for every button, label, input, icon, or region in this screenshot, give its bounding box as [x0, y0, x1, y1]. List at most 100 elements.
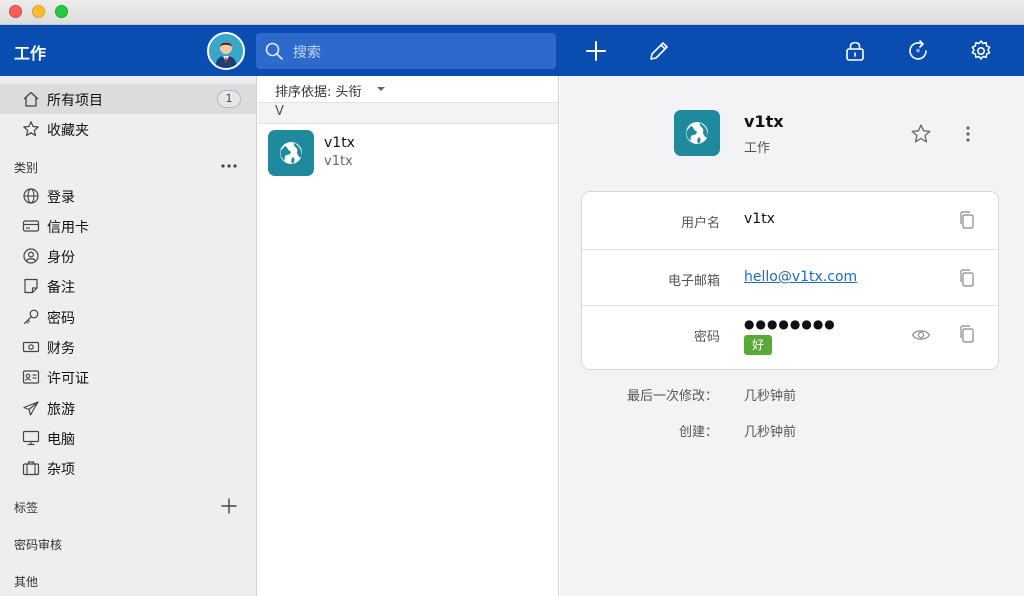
- search-placeholder: 搜索: [293, 45, 321, 61]
- minimize-window-button[interactable]: [32, 5, 45, 18]
- item-count-badge: 1: [217, 90, 241, 108]
- sidebar-item-travel[interactable]: 旅游: [0, 393, 256, 423]
- sidebar-item-label: 登录: [47, 190, 75, 206]
- copy-icon[interactable]: [958, 268, 976, 288]
- svg-text:*: *: [916, 48, 921, 58]
- vault-avatar-button[interactable]: [207, 32, 245, 70]
- more-vertical-icon[interactable]: [958, 123, 978, 145]
- item-icon: [268, 130, 314, 176]
- sidebar-item-finance[interactable]: 财务: [0, 332, 256, 362]
- sidebar-item-label: 身份: [47, 250, 75, 266]
- sort-selector[interactable]: 排序依据: 头衔: [258, 76, 558, 101]
- password-masked-value[interactable]: ●●●●●●●●: [744, 317, 836, 331]
- sidebar-item-label: 杂项: [47, 462, 75, 478]
- license-icon: [22, 370, 40, 384]
- close-window-button[interactable]: [9, 5, 22, 18]
- sidebar-item-passwords[interactable]: 密码: [0, 302, 256, 332]
- add-tag-icon[interactable]: [219, 496, 239, 516]
- search-field[interactable]: 搜索: [256, 33, 556, 69]
- field-label: 密码: [693, 330, 720, 345]
- sidebar-item-label: 备注: [47, 280, 75, 296]
- password-generator-button[interactable]: *: [905, 38, 931, 64]
- group-letter: V: [275, 104, 284, 119]
- user-avatar-icon: [209, 34, 243, 68]
- window-titlebar: [0, 0, 1024, 25]
- gear-icon: [971, 40, 991, 60]
- toolbar: 工作 搜索 *: [0, 25, 1024, 76]
- sidebar-item-label: 财务: [47, 341, 75, 357]
- sidebar-item-favorites[interactable]: 收藏夹: [0, 114, 256, 144]
- sidebar-item-computers[interactable]: 电脑: [0, 423, 256, 453]
- field-row-password: 密码 ●●●●●●●● 好: [582, 305, 998, 369]
- item-title: v1tx: [324, 135, 355, 151]
- password-strength-badge: 好: [744, 335, 772, 355]
- sort-label: 排序依据: 头衔: [275, 85, 362, 100]
- sidebar-item-label: 电脑: [47, 432, 75, 448]
- field-label: 电子邮箱: [667, 274, 720, 289]
- sidebar-item-credit-cards[interactable]: 信用卡: [0, 211, 256, 241]
- created-value: 几秒钟前: [744, 425, 797, 440]
- favorite-star-icon[interactable]: [910, 123, 932, 145]
- field-row-username: 用户名 v1tx: [582, 192, 998, 248]
- settings-button[interactable]: [968, 38, 994, 64]
- field-label: 用户名: [680, 216, 720, 231]
- globe-icon: [280, 142, 302, 164]
- generator-refresh-icon: *: [909, 40, 927, 60]
- lock-button[interactable]: [842, 38, 868, 64]
- globe-icon: [686, 122, 708, 144]
- categories-header: 类别: [14, 161, 39, 175]
- sidebar-item-label: 收藏夹: [47, 123, 89, 139]
- sidebar-item-label: 所有项目: [47, 93, 103, 109]
- vault-name: 工作: [14, 44, 47, 63]
- item-subtitle: v1tx: [324, 154, 353, 169]
- chevron-down-icon: [377, 87, 385, 91]
- sidebar-item-label: 密码: [47, 311, 75, 327]
- key-icon: [23, 309, 39, 325]
- sidebar-item-notes[interactable]: 备注: [0, 271, 256, 301]
- airplane-icon: [23, 401, 39, 416]
- plus-icon: [586, 41, 606, 61]
- fields-card: 用户名 v1tx 电子邮箱 hello@v1tx.com 密码 ●●●●●●●●…: [581, 191, 999, 370]
- zoom-window-button[interactable]: [55, 5, 68, 18]
- more-options-icon[interactable]: [219, 156, 239, 176]
- search-icon: [265, 42, 283, 60]
- last-modified-value: 几秒钟前: [744, 389, 797, 404]
- sidebar: 所有项目 1 收藏夹 类别 登录 信用卡 身份 备注 密码 财务 许可证 旅游 …: [0, 76, 257, 596]
- item-list: 排序依据: 头衔 V v1tx v1tx: [258, 76, 559, 596]
- last-modified-label: 最后一次修改：: [626, 389, 718, 404]
- edit-item-button[interactable]: [646, 38, 672, 64]
- pencil-icon: [650, 42, 668, 60]
- sidebar-item-miscellaneous[interactable]: 杂项: [0, 453, 256, 483]
- list-item[interactable]: v1tx v1tx: [258, 125, 558, 185]
- password-audit-header[interactable]: 密码审核: [14, 536, 62, 553]
- add-item-button[interactable]: [583, 38, 609, 64]
- identity-icon: [23, 248, 39, 264]
- sidebar-item-label: 信用卡: [47, 220, 89, 236]
- eye-icon[interactable]: [911, 327, 931, 343]
- sidebar-item-identities[interactable]: 身份: [0, 241, 256, 271]
- lock-icon: [846, 41, 864, 61]
- sidebar-item-licenses[interactable]: 许可证: [0, 362, 256, 392]
- sidebar-item-all-items[interactable]: 所有项目 1: [0, 84, 256, 114]
- star-icon: [23, 121, 39, 137]
- sidebar-item-label: 许可证: [47, 371, 89, 387]
- detail-vault: 工作: [744, 141, 771, 156]
- note-icon: [24, 278, 38, 294]
- monitor-icon: [22, 430, 40, 446]
- copy-icon[interactable]: [958, 324, 976, 344]
- sidebar-item-label: 旅游: [47, 402, 75, 418]
- credit-card-icon: [22, 220, 40, 232]
- detail-title: v1tx: [744, 112, 784, 131]
- sidebar-item-logins[interactable]: 登录: [0, 181, 256, 211]
- copy-icon[interactable]: [958, 210, 976, 230]
- field-row-email: 电子邮箱 hello@v1tx.com: [582, 249, 998, 305]
- item-icon: [674, 110, 720, 156]
- home-icon: [23, 91, 39, 107]
- item-detail: v1tx 工作 用户名 v1tx 电子邮箱 hello@v1tx.com 密码 …: [560, 76, 1024, 596]
- globe-icon: [23, 188, 39, 204]
- username-value[interactable]: v1tx: [744, 211, 775, 227]
- other-header[interactable]: 其他: [14, 573, 38, 590]
- email-link[interactable]: hello@v1tx.com: [744, 269, 857, 285]
- list-group-header: V: [258, 102, 558, 124]
- created-label: 创建：: [678, 425, 718, 440]
